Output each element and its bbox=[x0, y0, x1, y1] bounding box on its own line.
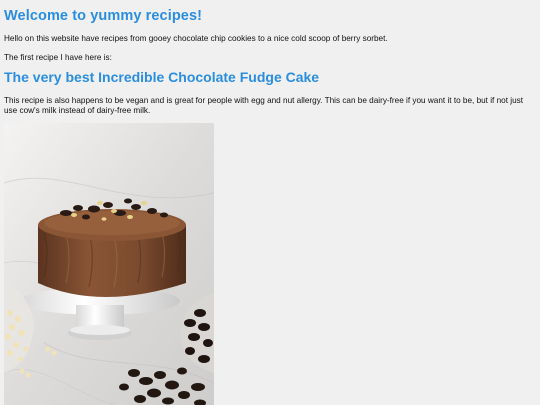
page-heading: Welcome to yummy recipes! bbox=[4, 8, 203, 24]
cake-illustration bbox=[4, 123, 214, 405]
chocolate-cake-photo bbox=[4, 123, 214, 405]
recipe-title: The very best Incredible Chocolate Fudge… bbox=[4, 69, 320, 85]
intro-text: Hello on this website have recipes from … bbox=[4, 34, 388, 43]
first-recipe-text: The first recipe I have here is: bbox=[4, 53, 112, 62]
recipe-description: This recipe is also happens to be vegan … bbox=[4, 96, 523, 115]
recipe-page: Welcome to yummy recipes! Hello on this … bbox=[0, 0, 540, 405]
